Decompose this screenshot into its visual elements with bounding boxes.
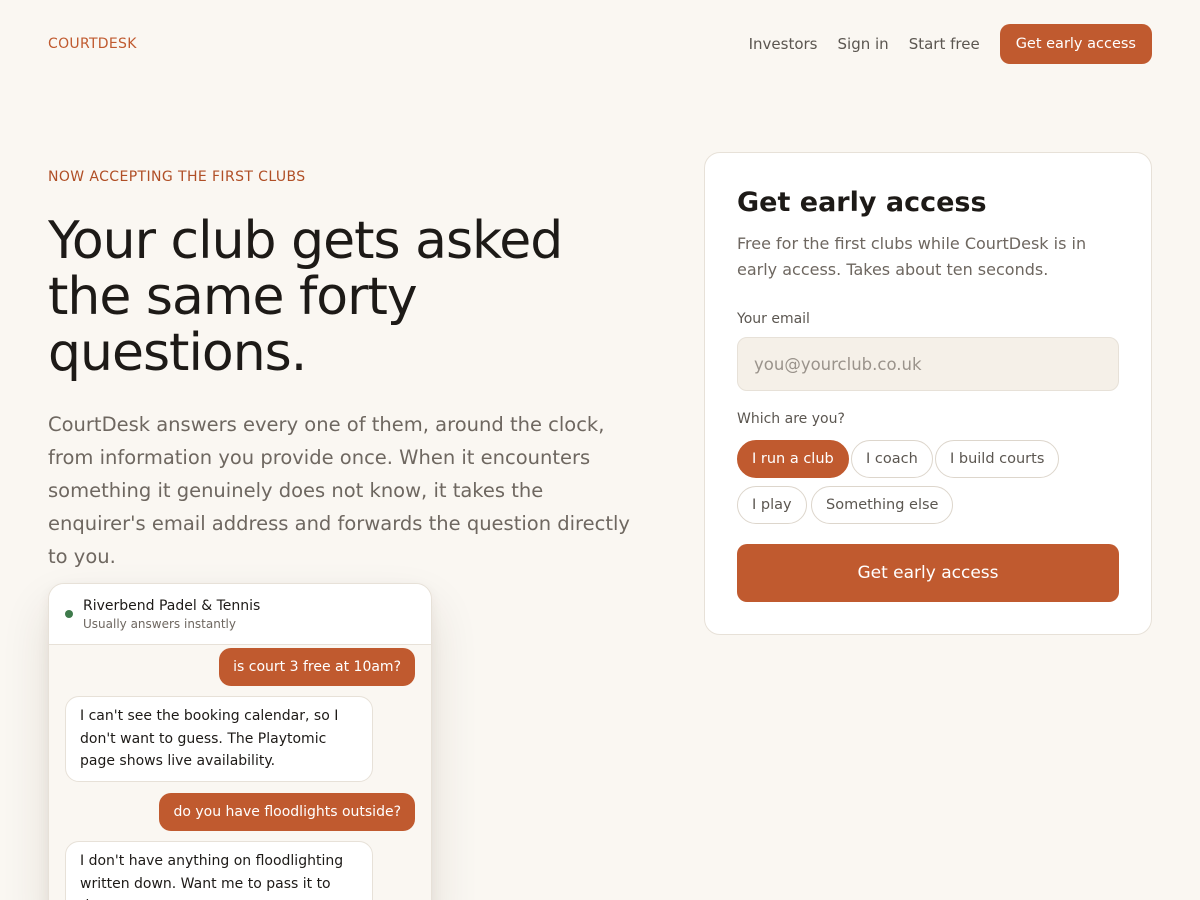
online-status-icon <box>65 610 73 618</box>
chat-user-message: do you have floodlights outside? <box>159 793 415 831</box>
role-chip-run-club[interactable]: I run a club <box>737 440 849 478</box>
nav-investors-link[interactable]: Investors <box>749 35 818 53</box>
top-nav: Investors Sign in Start free Get early a… <box>749 24 1152 64</box>
hero-kicker: NOW ACCEPTING THE FIRST CLUBS <box>48 169 306 185</box>
email-input[interactable] <box>737 337 1119 391</box>
submit-early-access-button[interactable]: Get early access <box>737 544 1119 602</box>
early-access-card: Get early access Free for the first club… <box>704 152 1152 635</box>
hero-headline: Your club gets asked the same forty ques… <box>48 211 563 383</box>
chat-status-text: Usually answers instantly <box>83 617 236 631</box>
role-label: Which are you? <box>737 411 845 427</box>
brand-logo[interactable]: COURTDESK <box>48 36 137 52</box>
email-label: Your email <box>737 311 810 327</box>
chat-bot-message: I can't see the booking calendar, so I d… <box>65 696 373 782</box>
chat-widget-preview: Riverbend Padel & Tennis Usually answers… <box>48 583 432 900</box>
nav-sign-in-link[interactable]: Sign in <box>838 35 889 53</box>
chat-bot-message: I don't have anything on floodlighting w… <box>65 841 373 900</box>
chat-header: Riverbend Padel & Tennis Usually answers… <box>49 584 431 645</box>
nav-early-access-button[interactable]: Get early access <box>999 24 1152 64</box>
card-title: Get early access <box>737 187 987 218</box>
hero-lede: CourtDesk answers every one of them, aro… <box>48 413 630 568</box>
chat-club-name: Riverbend Padel & Tennis <box>83 598 261 614</box>
nav-start-free-link[interactable]: Start free <box>909 35 980 53</box>
role-chip-play[interactable]: I play <box>737 486 807 524</box>
role-chip-coach[interactable]: I coach <box>851 440 933 478</box>
chat-user-message: is court 3 free at 10am? <box>219 648 415 686</box>
role-chip-build-courts[interactable]: I build courts <box>935 440 1060 478</box>
role-chip-something-else[interactable]: Something else <box>811 486 954 524</box>
card-subtitle: Free for the first clubs while CourtDesk… <box>737 234 1087 279</box>
